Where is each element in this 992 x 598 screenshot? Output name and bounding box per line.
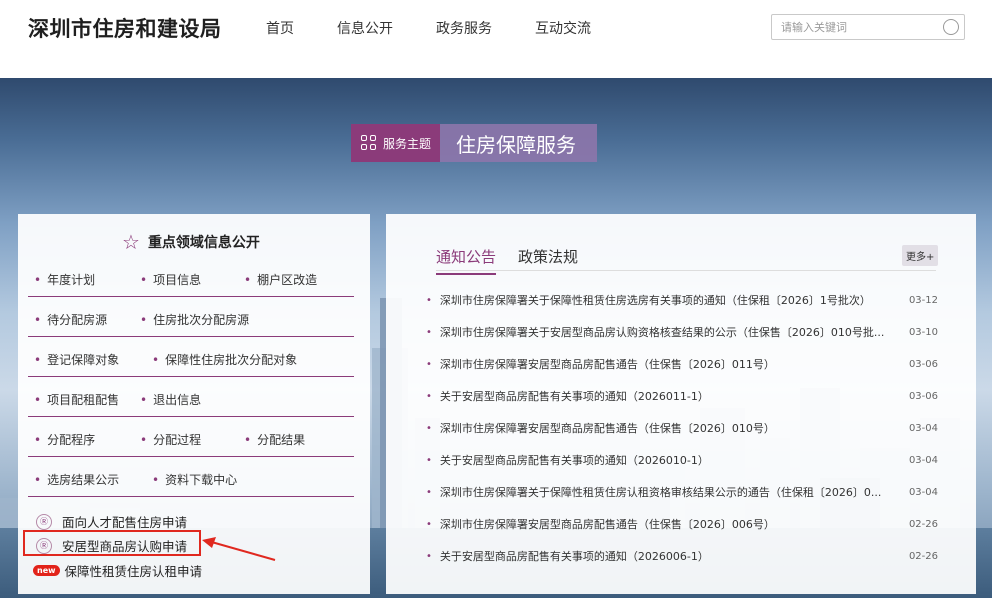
- topic-header: 服务主题 住房保障服务: [351, 124, 598, 162]
- topic-tag-label: 服务主题: [383, 136, 432, 151]
- link-download-center[interactable]: 资料下载中心: [152, 471, 237, 488]
- news-title: 深圳市住房保障署关于安居型商品房认购资格核查结果的公示（住保售〔2026〕010…: [439, 326, 885, 339]
- link-rental-sale[interactable]: 项目配租配售: [34, 391, 119, 408]
- site-logo[interactable]: 深圳市住房和建设局: [28, 13, 222, 43]
- apply-icon: Ⓡ: [36, 513, 52, 530]
- list-item[interactable]: • 深圳市住房保障署安居型商品房配售通告（住保售〔2026〕010号） 03-04: [426, 412, 938, 444]
- apply-label: 保障性租赁住房认租申请: [64, 564, 203, 579]
- bullet-icon: •: [426, 422, 432, 434]
- news-panel: 通知公告 政策法规 更多+ • 深圳市住房保障署关于保障性租赁住房选房有关事项的通…: [386, 214, 976, 594]
- news-title: 深圳市住房保障署安居型商品房配售通告（住保售〔2026〕010号）: [439, 422, 775, 435]
- bullet-icon: •: [426, 294, 432, 306]
- link-annual-plan[interactable]: 年度计划: [34, 271, 95, 288]
- news-title: 深圳市住房保障署关于保障性租赁住房认租资格审核结果公示的通告（住保租〔2026〕…: [439, 486, 882, 499]
- apply-talent-housing[interactable]: Ⓡ 面向人才配售住房申请: [36, 512, 187, 531]
- news-date: 03-04: [908, 422, 938, 434]
- bullet-icon: •: [426, 358, 432, 370]
- news-date: 02-26: [908, 518, 938, 530]
- news-date: 03-10: [908, 326, 938, 338]
- news-title: 深圳市住房保障署关于保障性租赁住房选房有关事项的通知（住保租〔2026〕1号批次…: [439, 294, 871, 307]
- news-date: 03-04: [908, 454, 938, 466]
- new-badge-icon: new: [33, 565, 60, 576]
- list-item[interactable]: • 关于安居型商品房配售有关事项的通知（2026010-1） 03-04: [426, 444, 938, 476]
- link-registered-recipients[interactable]: 登记保障对象: [34, 351, 119, 368]
- more-button[interactable]: 更多+: [902, 245, 939, 266]
- search-input[interactable]: [772, 15, 932, 39]
- bullet-icon: •: [426, 326, 432, 338]
- info-row: 选房结果公示 资料下载中心: [28, 457, 354, 497]
- info-row: 登记保障对象 保障性住房批次分配对象: [28, 337, 354, 377]
- bullet-icon: •: [426, 550, 432, 562]
- news-date: 03-04: [908, 486, 938, 498]
- link-selection-result[interactable]: 选房结果公示: [34, 471, 119, 488]
- apply-label: 面向人才配售住房申请: [62, 515, 188, 530]
- news-title: 深圳市住房保障署安居型商品房配售通告（住保售〔2026〕011号）: [439, 358, 775, 371]
- panel-title: ☆ 重点领域信息公开: [122, 232, 260, 252]
- info-row: 分配程序 分配过程 分配结果: [28, 417, 354, 457]
- news-date: 03-12: [908, 294, 938, 306]
- news-title: 关于安居型商品房配售有关事项的通知（2026011-1）: [439, 390, 709, 403]
- info-row: 待分配房源 住房批次分配房源: [28, 297, 354, 337]
- search-box: [771, 14, 965, 40]
- nav-home[interactable]: 首页: [266, 18, 294, 38]
- pointer-arrow-icon: [202, 537, 276, 561]
- list-item[interactable]: • 深圳市住房保障署关于安居型商品房认购资格核查结果的公示（住保售〔2026〕01…: [426, 316, 938, 348]
- link-project-info[interactable]: 项目信息: [140, 271, 201, 288]
- list-item[interactable]: • 深圳市住房保障署安居型商品房配售通告（住保售〔2026〕011号） 03-06: [426, 348, 938, 380]
- link-allocation-process[interactable]: 分配过程: [140, 431, 201, 448]
- list-item[interactable]: • 关于安居型商品房配售有关事项的通知（2026006-1） 02-26: [426, 540, 938, 572]
- info-row: 项目配租配售 退出信息: [28, 377, 354, 417]
- tab-divider: [436, 270, 936, 271]
- bullet-icon: •: [426, 486, 432, 498]
- panel-title-text: 重点领域信息公开: [147, 235, 260, 251]
- apply-rental-housing[interactable]: new 保障性租赁住房认租申请: [33, 561, 203, 580]
- bullet-icon: •: [426, 518, 432, 530]
- news-list: • 深圳市住房保障署关于保障性租赁住房选房有关事项的通知（住保租〔2026〕1号批…: [426, 284, 938, 572]
- list-item[interactable]: • 深圳市住房保障署关于保障性租赁住房选房有关事项的通知（住保租〔2026〕1号批…: [426, 284, 938, 316]
- news-date: 03-06: [908, 390, 938, 402]
- nav-government-services[interactable]: 政务服务: [436, 18, 492, 38]
- link-batch-recipients[interactable]: 保障性住房批次分配对象: [152, 351, 297, 368]
- news-date: 02-26: [908, 550, 938, 562]
- topic-tag: 服务主题: [351, 124, 441, 162]
- link-pending-housing[interactable]: 待分配房源: [34, 311, 107, 328]
- site-header: 深圳市住房和建设局 首页 信息公开 政务服务 互动交流: [0, 0, 992, 56]
- info-row: 年度计划 项目信息 棚户区改造: [28, 257, 354, 297]
- list-item[interactable]: • 关于安居型商品房配售有关事项的通知（2026011-1） 03-06: [426, 380, 938, 412]
- star-icon: ☆: [122, 230, 140, 254]
- link-exit-info[interactable]: 退出信息: [140, 391, 201, 408]
- topic-title: 住房保障服务: [440, 124, 598, 162]
- link-shantytown-renovation[interactable]: 棚户区改造: [244, 271, 317, 288]
- news-title: 关于安居型商品房配售有关事项的通知（2026010-1）: [439, 454, 709, 467]
- nav-interaction[interactable]: 互动交流: [535, 18, 591, 38]
- news-title: 深圳市住房保障署安居型商品房配售通告（住保售〔2026〕006号）: [439, 518, 775, 531]
- main-nav: 首页 信息公开 政务服务 互动交流: [266, 18, 634, 38]
- link-batch-housing[interactable]: 住房批次分配房源: [140, 311, 249, 328]
- highlight-box: [23, 530, 201, 556]
- list-item[interactable]: • 深圳市住房保障署关于保障性租赁住房认租资格审核结果公示的通告（住保租〔2026…: [426, 476, 938, 508]
- nav-info-disclosure[interactable]: 信息公开: [337, 18, 393, 38]
- bullet-icon: •: [426, 454, 432, 466]
- search-icon[interactable]: [943, 19, 959, 35]
- news-title: 关于安居型商品房配售有关事项的通知（2026006-1）: [439, 550, 709, 563]
- news-date: 03-06: [908, 358, 938, 370]
- bullet-icon: •: [426, 390, 432, 402]
- link-allocation-result[interactable]: 分配结果: [244, 431, 305, 448]
- link-allocation-procedure[interactable]: 分配程序: [34, 431, 95, 448]
- list-item[interactable]: • 深圳市住房保障署安居型商品房配售通告（住保售〔2026〕006号） 02-26: [426, 508, 938, 540]
- grid-icon: [361, 135, 377, 151]
